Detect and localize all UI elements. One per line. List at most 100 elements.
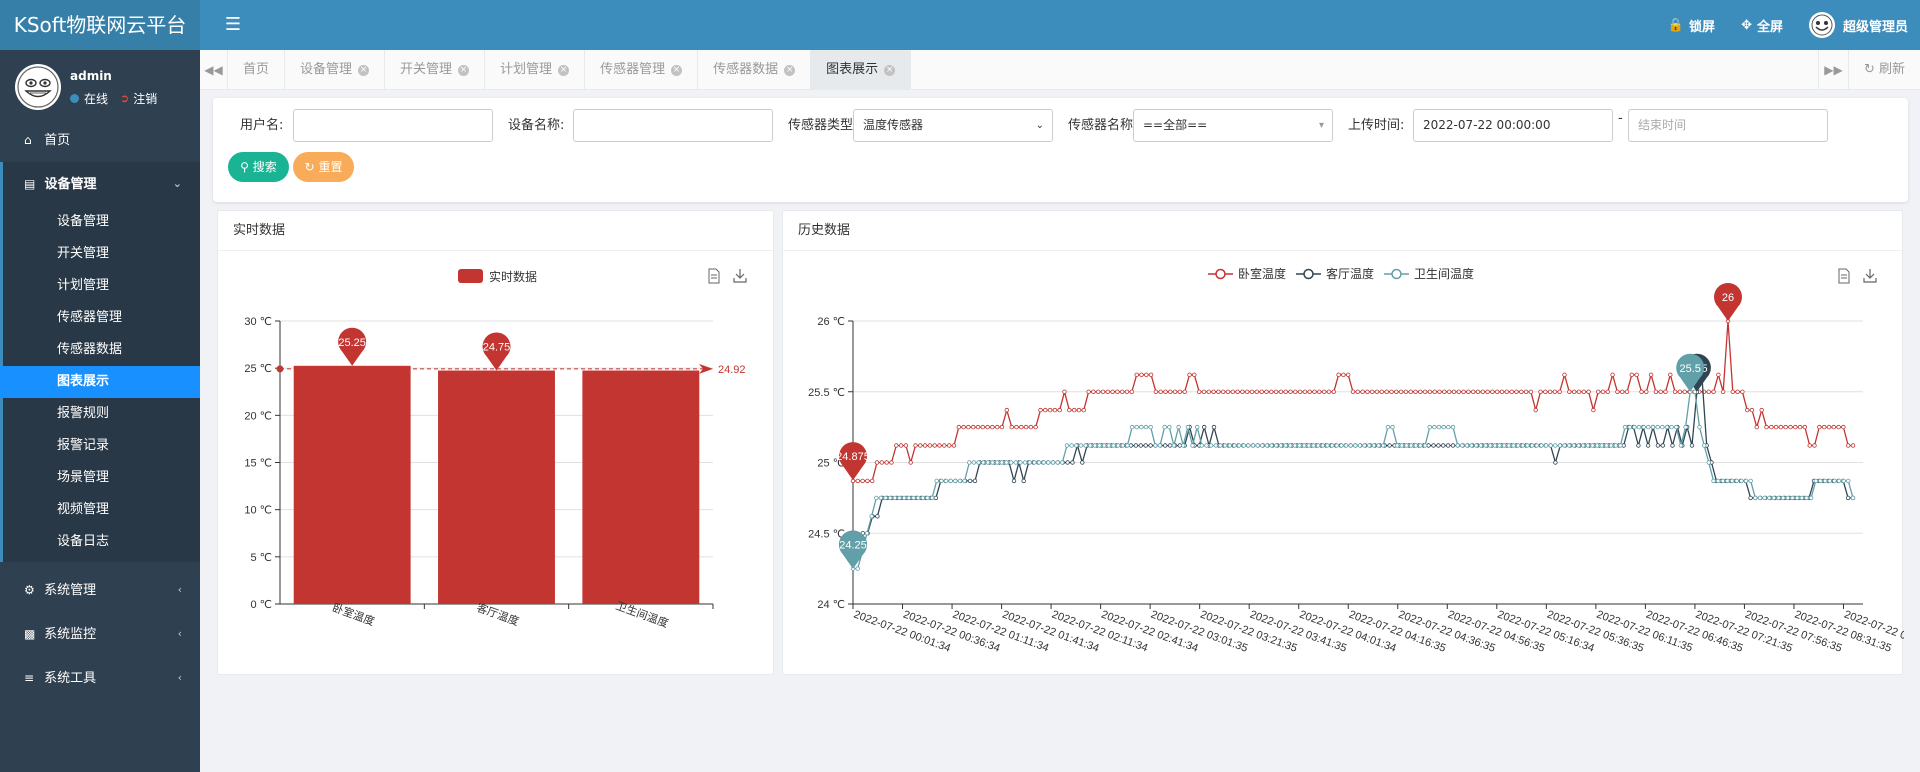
data-point <box>1418 443 1423 448</box>
y-tick-label: 10 ℃ <box>244 505 272 517</box>
download-icon[interactable] <box>733 269 747 283</box>
data-point <box>1668 372 1673 377</box>
data-point <box>1254 389 1259 394</box>
data-point <box>1076 407 1082 413</box>
data-point <box>1478 443 1484 448</box>
tab-sensor-data[interactable]: 传感器数据 × <box>698 50 812 90</box>
data-point <box>1185 424 1191 430</box>
search-button[interactable]: ⚲ 搜索 <box>228 152 289 182</box>
data-point <box>1832 478 1837 484</box>
close-icon[interactable]: × <box>784 64 796 76</box>
close-icon[interactable]: × <box>671 64 683 76</box>
sidebar-item-video[interactable]: 视频管理 <box>3 494 200 526</box>
sidebar-item-system-tools[interactable]: ≡ 系统工具 ‹ <box>0 656 200 700</box>
sidebar-item-scene[interactable]: 场景管理 <box>3 462 200 494</box>
start-time-input[interactable]: 2022-07-22 00:00:00 <box>1413 109 1613 142</box>
logout-icon[interactable]: ➲ <box>120 92 129 105</box>
data-point <box>1331 389 1336 394</box>
data-point <box>1334 443 1339 448</box>
data-point <box>953 478 958 484</box>
app-logo[interactable]: KSoft物联网云平台 <box>0 0 200 50</box>
data-point <box>1658 389 1663 394</box>
lock-screen-button[interactable]: 🔒 锁屏 <box>1668 16 1715 35</box>
sidebar-item-alarm-record[interactable]: 报警记录 <box>3 430 200 462</box>
data-point <box>1499 389 1505 394</box>
data-point <box>1450 443 1456 448</box>
data-point <box>1674 424 1679 430</box>
sidebar-item-plan[interactable]: 计划管理 <box>3 270 200 302</box>
legend-item[interactable]: 卫生间温度 <box>1384 266 1474 281</box>
avatar[interactable] <box>15 64 61 110</box>
data-point <box>1387 443 1392 448</box>
close-icon[interactable]: × <box>358 64 370 76</box>
data-view-icon[interactable] <box>1838 268 1850 284</box>
markpoint-label: 26 <box>1722 292 1734 304</box>
end-time-input[interactable]: 结束时间 <box>1628 109 1828 142</box>
data-point <box>874 460 880 465</box>
tab-chart[interactable]: 图表展示 × <box>811 50 912 90</box>
fullscreen-button[interactable]: ✥ 全屏 <box>1741 16 1783 35</box>
sidebar-item-sensor-data[interactable]: 传感器数据 <box>3 334 200 366</box>
data-point <box>1070 460 1075 465</box>
data-point <box>1826 424 1832 430</box>
sidebar-group-device: ▤ 设备管理 ⌄ 设备管理 开关管理 计划管理 传感器管理 传感器数据 图表展示… <box>0 162 200 562</box>
sidebar-item-switch[interactable]: 开关管理 <box>3 238 200 270</box>
reset-button[interactable]: ↻ 重置 <box>293 152 354 182</box>
sidebar-item-device-log[interactable]: 设备日志 <box>3 526 200 558</box>
data-point <box>1591 407 1596 413</box>
sidebar-item-home[interactable]: ⌂ 首页 <box>0 118 200 162</box>
close-icon[interactable]: × <box>884 64 896 76</box>
data-point <box>1605 389 1610 394</box>
close-icon[interactable]: × <box>458 64 470 76</box>
data-point <box>1562 443 1567 448</box>
list-icon: ≡ <box>24 671 35 685</box>
data-point <box>951 443 957 448</box>
data-point <box>864 531 870 536</box>
username-input[interactable] <box>293 109 493 142</box>
sidebar-item-system-monitor[interactable]: ▩ 系统监控 ‹ <box>0 612 200 656</box>
data-point <box>901 495 907 501</box>
tab-scroll-right-icon[interactable]: ▶▶ <box>1818 50 1848 90</box>
tab-switch[interactable]: 开关管理 × <box>385 50 486 90</box>
data-point <box>1677 389 1683 394</box>
data-point <box>932 443 937 448</box>
download-icon[interactable] <box>1863 269 1877 283</box>
tab-home[interactable]: 首页 <box>228 50 286 90</box>
data-point <box>1648 372 1654 377</box>
data-view-icon[interactable] <box>708 268 720 284</box>
tab-label: 传感器数据 <box>713 62 779 77</box>
device-name-input[interactable] <box>573 109 773 142</box>
hamburger-icon[interactable]: ☰ <box>222 14 244 36</box>
tab-sensor[interactable]: 传感器管理 × <box>585 50 699 90</box>
data-point <box>1074 443 1079 448</box>
tab-scroll-left-icon[interactable]: ◀◀ <box>200 50 228 90</box>
data-point <box>1799 495 1804 501</box>
sidebar-item-system-manage[interactable]: ⚙ 系统管理 ‹ <box>0 568 200 612</box>
sidebar-item-alarm-rule[interactable]: 报警规则 <box>3 398 200 430</box>
legend-item[interactable]: 客厅温度 <box>1296 266 1374 281</box>
sidebar-item-chart[interactable]: 图表展示 <box>0 366 200 398</box>
refresh-button[interactable]: ↻ 刷新 <box>1848 50 1920 90</box>
tab-plan[interactable]: 计划管理 × <box>485 50 586 90</box>
user-menu[interactable]: 超级管理员 <box>1808 12 1908 38</box>
sidebar-item-device-management[interactable]: ▤ 设备管理 ⌄ <box>3 162 200 206</box>
logout-link[interactable]: 注销 <box>133 90 157 107</box>
tab-device[interactable]: 设备管理 × <box>285 50 386 90</box>
data-point <box>999 424 1005 430</box>
data-point <box>1610 372 1615 377</box>
data-point <box>855 566 860 571</box>
legend-item[interactable]: 卧室温度 <box>1208 266 1286 281</box>
data-point <box>927 443 933 448</box>
sensor-name-select[interactable]: ==全部== ▾ <box>1133 109 1333 142</box>
sidebar-item-sensor[interactable]: 传感器管理 <box>3 302 200 334</box>
sidebar-item-label: 设备管理 <box>44 177 97 192</box>
sensor-type-select[interactable]: 温度传感器 ⌄ <box>853 109 1053 142</box>
data-point <box>1754 424 1759 430</box>
data-point <box>1080 460 1085 465</box>
data-point <box>1634 372 1639 377</box>
close-icon[interactable]: × <box>558 64 570 76</box>
sidebar-item-device[interactable]: 设备管理 <box>3 206 200 238</box>
data-point <box>1735 389 1740 394</box>
data-point <box>1246 443 1251 448</box>
data-point <box>1519 389 1524 394</box>
